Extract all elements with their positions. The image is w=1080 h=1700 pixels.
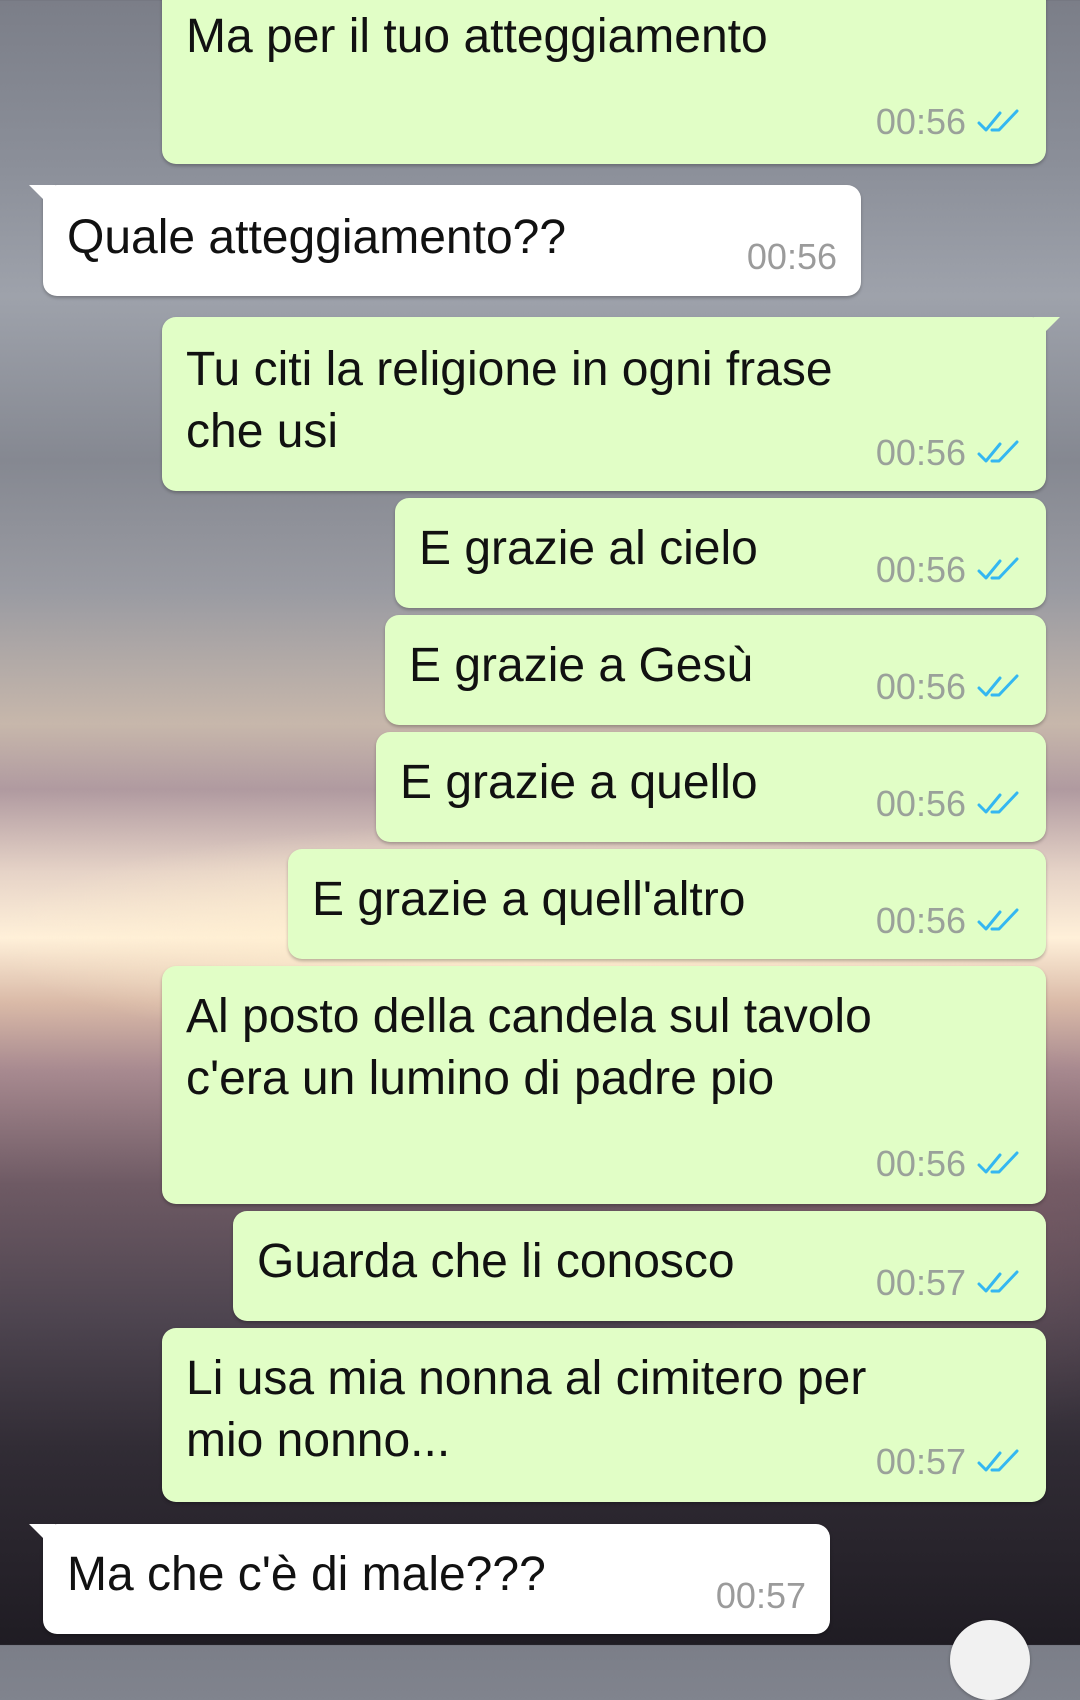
message-time: 00:56 [875,783,966,824]
message-meta: 00:56 [876,433,1022,473]
message-text: Ma per il tuo atteggiamento [186,10,768,63]
message-text-line-1: Al posto della candela sul tavolo [186,990,872,1043]
bubble-tail [1034,317,1060,343]
message-text-line-2: mio nonno... [186,1414,451,1467]
message-text-line-1: Tu citi la religione in ogni frase [186,343,833,396]
message-time: 00:56 [875,666,966,707]
message-time: 00:57 [715,1575,806,1616]
message-text: Ma che c'è di male??? [67,1548,546,1601]
message-text: E grazie a quello [400,756,758,809]
message-text: E grazie al cielo [419,522,758,575]
message-outgoing[interactable]: E grazie a quell'altro 00:56 [288,849,1046,959]
message-meta: 00:57 [876,1263,1022,1303]
message-outgoing[interactable]: E grazie a Gesù 00:56 [385,615,1046,725]
message-outgoing[interactable]: Tu citi la religione in ogni frase che u… [162,317,1060,491]
message-outgoing[interactable]: E grazie a quello 00:56 [376,732,1046,842]
double-check-icon [977,440,1019,463]
double-check-icon [977,791,1019,814]
message-meta: 00:56 [876,102,1022,142]
chat-area[interactable]: Ma per il tuo atteggiamento 00:56 Quale … [0,0,1080,1700]
message-meta: 00:56 [876,667,1022,707]
message-text-line-1: Li usa mia nonna al cimitero per [186,1352,867,1405]
message-time: 00:56 [875,101,966,142]
message-text: E grazie a Gesù [409,639,754,692]
message-text: E grazie a quell'altro [312,873,746,926]
bubble-tail [29,1524,55,1550]
double-check-icon [977,1270,1019,1293]
message-time: 00:56 [875,1143,966,1184]
message-meta: 00:57 [876,1442,1022,1482]
message-incoming[interactable]: Ma che c'è di male??? 00:57 [29,1524,830,1634]
message-outgoing[interactable]: E grazie al cielo 00:56 [395,498,1046,608]
double-check-icon [977,908,1019,931]
message-time: 00:57 [875,1262,966,1303]
message-meta: 00:56 [876,1144,1022,1184]
bubble-tail [29,185,55,211]
message-text: Guarda che li conosco [257,1235,735,1288]
message-time: 00:56 [875,900,966,941]
message-time: 00:57 [875,1441,966,1482]
message-meta: 00:56 [747,237,837,277]
message-meta: 00:56 [876,784,1022,824]
message-time: 00:56 [746,236,837,277]
double-check-icon [977,1449,1019,1472]
message-text-line-2: c'era un lumino di padre pio [186,1052,775,1105]
message-text-line-2: che usi [186,405,339,458]
message-time: 00:56 [875,432,966,473]
message-outgoing[interactable]: Li usa mia nonna al cimitero per mio non… [162,1328,1046,1502]
message-incoming[interactable]: Quale atteggiamento?? 00:56 [29,185,861,296]
message-text: Quale atteggiamento?? [67,211,567,264]
scroll-down-button[interactable] [950,1620,1030,1700]
message-meta: 00:56 [876,550,1022,590]
message-meta: 00:57 [716,1576,806,1616]
double-check-icon [977,1151,1019,1174]
message-outgoing[interactable]: Ma per il tuo atteggiamento 00:56 [162,0,1046,164]
message-outgoing[interactable]: Guarda che li conosco 00:57 [233,1211,1046,1321]
message-meta: 00:56 [876,901,1022,941]
double-check-icon [977,557,1019,580]
message-outgoing[interactable]: Al posto della candela sul tavolo c'era … [162,966,1046,1204]
double-check-icon [977,109,1019,132]
double-check-icon [977,674,1019,697]
message-time: 00:56 [875,549,966,590]
